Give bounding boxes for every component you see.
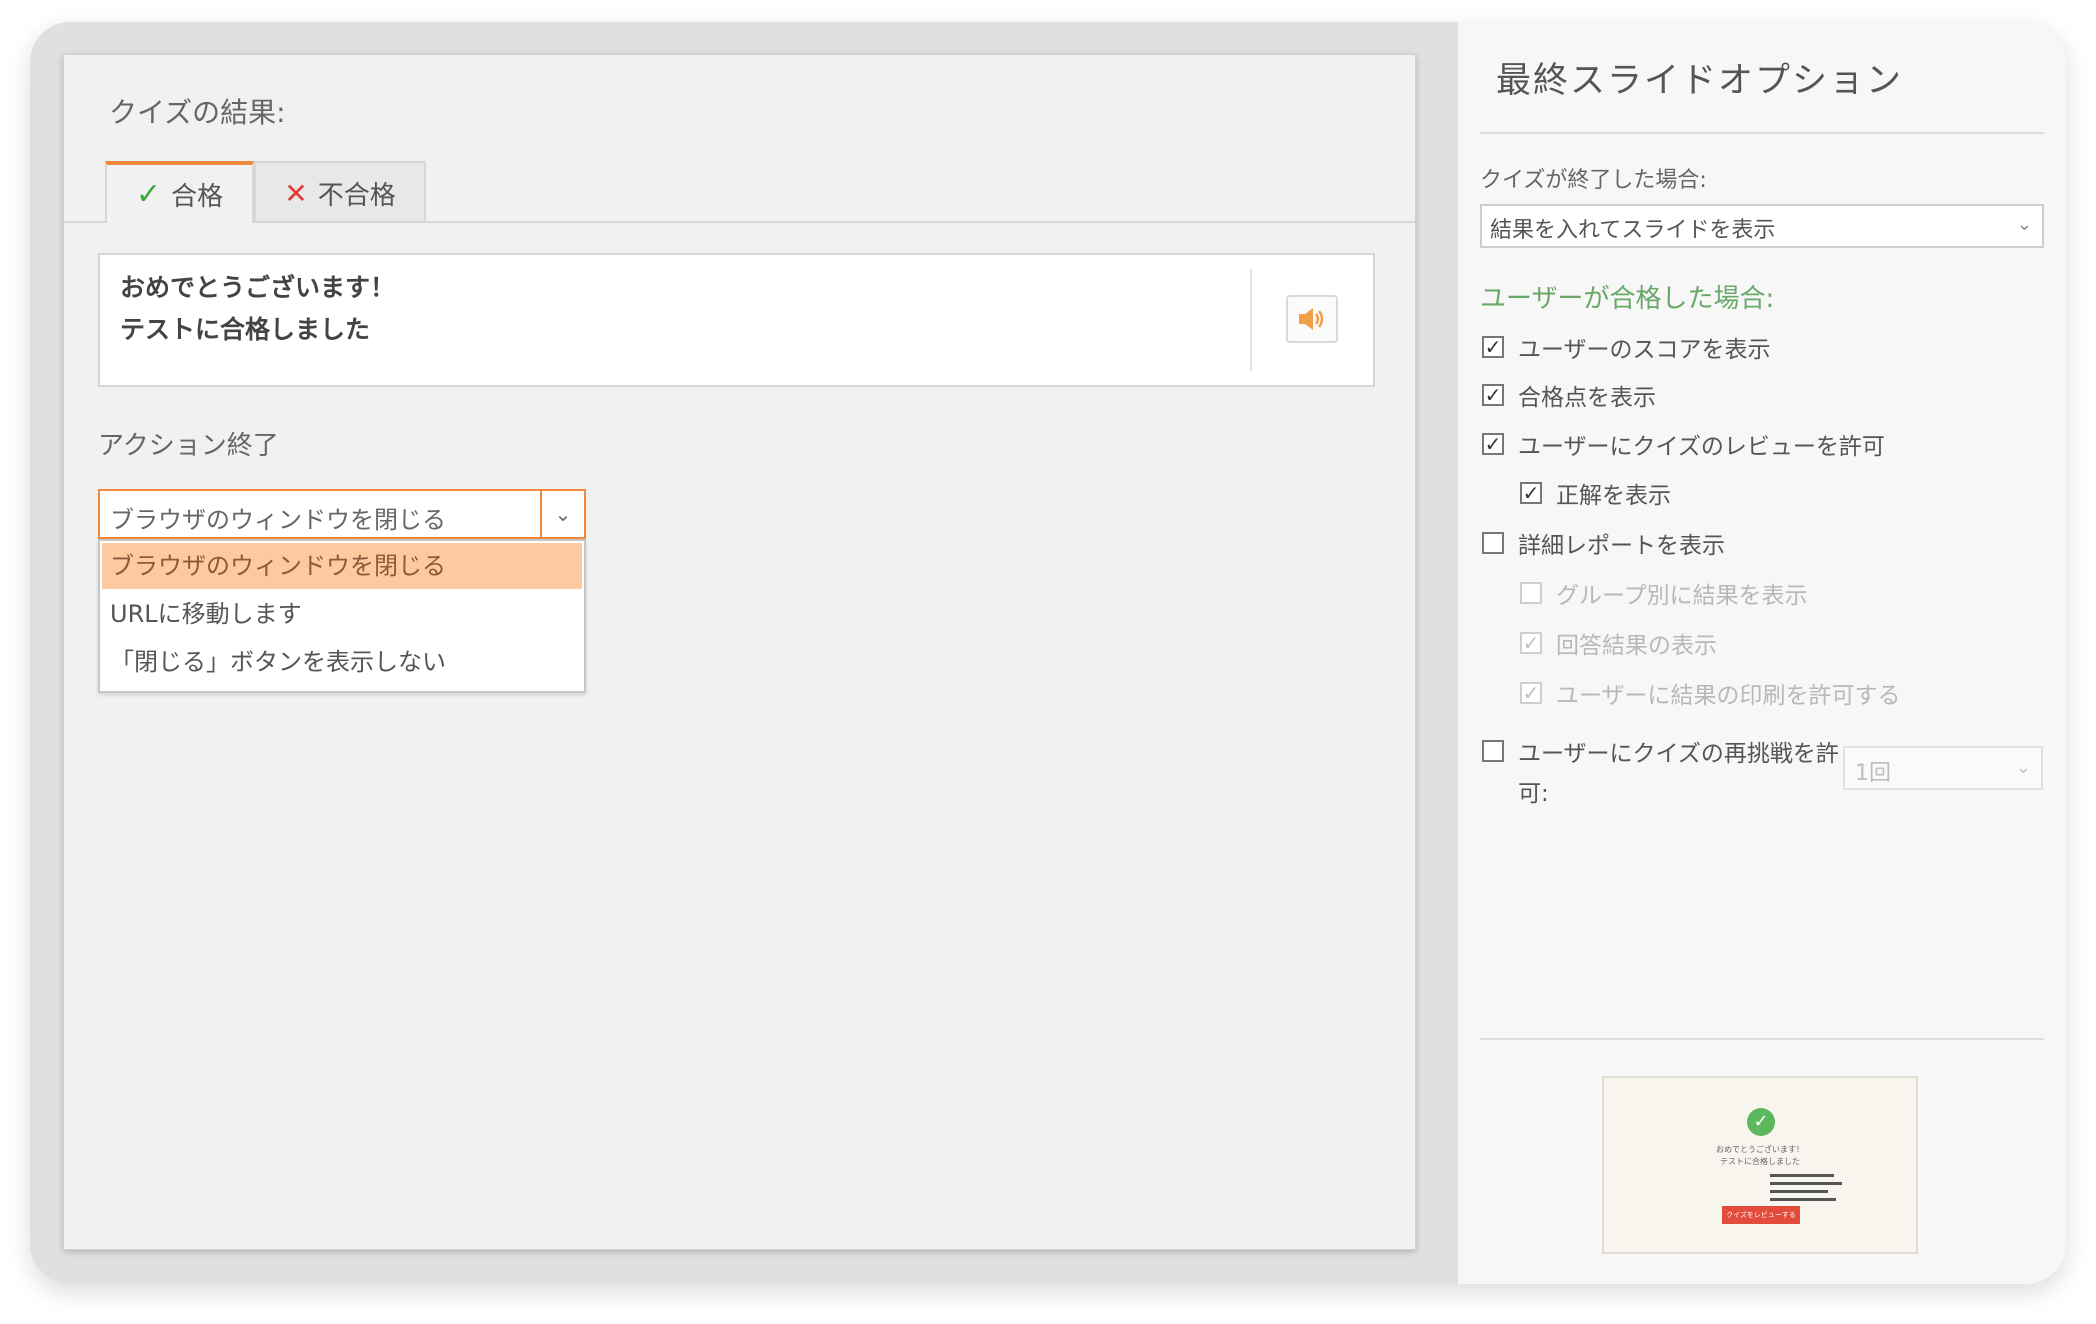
option-show-answer-results: ✓ 回答結果の表示 [1520, 626, 1717, 660]
quiz-end-label: クイズが終了した場合: [1480, 168, 1707, 193]
preview-line-1: おめでとうございます！ [1716, 1145, 1804, 1154]
retry-label: ユーザーにクイズの再挑戦を許可: [1518, 741, 1839, 807]
checkbox-checked-icon: ✓ [1520, 632, 1542, 654]
chevron-down-icon: ⌄ [2015, 757, 2031, 778]
checkbox-checked-icon: ✓ [1520, 682, 1542, 704]
checkbox-unchecked-icon[interactable] [1482, 532, 1504, 554]
preview-divider [1480, 1038, 2044, 1040]
retry-count-value: 1回 [1855, 761, 1891, 786]
option-label: ユーザーのスコアを表示 [1518, 337, 1771, 363]
final-slide-preview[interactable]: ✓ おめでとうございます！ テストに合格しました クイズをレビューする [1602, 1076, 1918, 1254]
tabs-divider [64, 221, 1415, 223]
checkbox-checked-icon[interactable]: ✓ [1482, 433, 1504, 455]
result-message-text[interactable]: おめでとうございます！ テストに合格しました [120, 267, 395, 351]
message-line-2: テストに合格しました [120, 315, 371, 344]
add-sound-button[interactable] [1286, 295, 1338, 343]
preview-review-button: クイズをレビューする [1722, 1206, 1800, 1224]
option-label: 合格点を表示 [1518, 385, 1656, 411]
end-action-label: アクション終了 [98, 431, 279, 461]
end-action-select[interactable]: ブラウザのウィンドウを閉じる ⌄ [98, 489, 586, 539]
preview-message: おめでとうございます！ テストに合格しました [1604, 1144, 1916, 1168]
speaker-icon [1299, 308, 1324, 330]
tab-passed[interactable]: ✓ 合格 [105, 161, 254, 223]
final-slide-options-panel: 最終スライドオプション クイズが終了した場合: 結果を入れてスライドを表示 ⌄ … [1458, 22, 2066, 1284]
preview-line-2: テストに合格しました [1720, 1157, 1800, 1166]
tab-failed[interactable]: ✕ 不合格 [254, 161, 426, 223]
option-show-detailed-report[interactable]: 詳細レポートを表示 [1482, 526, 1725, 560]
check-circle-icon: ✓ [1747, 1108, 1775, 1136]
end-action-value: ブラウザのウィンドウを閉じる [110, 506, 446, 534]
option-allow-review[interactable]: ✓ ユーザーにクイズのレビューを許可 [1482, 427, 1885, 461]
preview-line-placeholder [1770, 1198, 1836, 1201]
dropdown-option-close-browser[interactable]: ブラウザのウィンドウを閉じる [102, 543, 582, 589]
checkbox-unchecked-icon [1520, 582, 1542, 604]
option-label: ユーザーに結果の印刷を許可する [1556, 683, 1901, 709]
option-show-correct-answers[interactable]: ✓ 正解を表示 [1520, 476, 1671, 510]
option-allow-print: ✓ ユーザーに結果の印刷を許可する [1520, 676, 1901, 710]
end-action-dropdown: ブラウザのウィンドウを閉じる URLに移動します 「閉じる」ボタンを表示しない [98, 539, 586, 693]
option-show-score[interactable]: ✓ ユーザーのスコアを表示 [1482, 330, 1771, 364]
option-show-passing-score[interactable]: ✓ 合格点を表示 [1482, 378, 1656, 412]
quiz-result-panel: クイズの結果: ✓ 合格 ✕ 不合格 おめでとうございます！ テストに合格しまし… [63, 54, 1416, 1250]
title-divider [1480, 132, 2044, 134]
preview-line-placeholder [1770, 1190, 1828, 1193]
quiz-end-select[interactable]: 結果を入れてスライドを表示 ⌄ [1480, 204, 2044, 248]
x-icon: ✕ [284, 176, 308, 210]
result-message-editor[interactable]: おめでとうございます！ テストに合格しました [98, 253, 1375, 387]
message-line-1: おめでとうございます！ [120, 273, 396, 302]
chevron-down-icon[interactable]: ⌄ [540, 491, 584, 537]
quiz-end-value: 結果を入れてスライドを表示 [1490, 218, 1776, 243]
checkbox-checked-icon[interactable]: ✓ [1520, 482, 1542, 504]
quiz-result-title: クイズの結果: [109, 96, 286, 129]
option-label: グループ別に結果を表示 [1556, 583, 1808, 609]
preview-line-placeholder [1770, 1174, 1834, 1177]
option-label: 詳細レポートを表示 [1518, 533, 1725, 559]
preview-line-placeholder [1770, 1182, 1842, 1185]
tab-passed-label: 合格 [171, 181, 224, 212]
passed-heading: ユーザーが合格した場合: [1480, 284, 1775, 314]
message-divider [1250, 269, 1252, 371]
dialog-shell: クイズの結果: ✓ 合格 ✕ 不合格 おめでとうございます！ テストに合格しまし… [30, 22, 2066, 1284]
option-label: 正解を表示 [1556, 483, 1671, 509]
chevron-down-icon: ⌄ [2016, 214, 2032, 235]
dropdown-option-go-to-url[interactable]: URLに移動します [102, 591, 582, 637]
retry-count-select: 1回 ⌄ [1843, 746, 2043, 790]
option-label: 回答結果の表示 [1556, 633, 1717, 659]
tab-failed-label: 不合格 [317, 180, 396, 211]
option-label: ユーザーにクイズのレビューを許可 [1518, 434, 1885, 460]
retry-checkbox[interactable] [1482, 740, 1504, 762]
panel-title: 最終スライドオプション [1496, 61, 1904, 101]
option-results-by-group: グループ別に結果を表示 [1520, 576, 1808, 610]
dropdown-option-hide-close-button[interactable]: 「閉じる」ボタンを表示しない [102, 639, 582, 685]
checkbox-checked-icon[interactable]: ✓ [1482, 336, 1504, 358]
checkbox-checked-icon[interactable]: ✓ [1482, 384, 1504, 406]
check-icon: ✓ [135, 176, 162, 212]
